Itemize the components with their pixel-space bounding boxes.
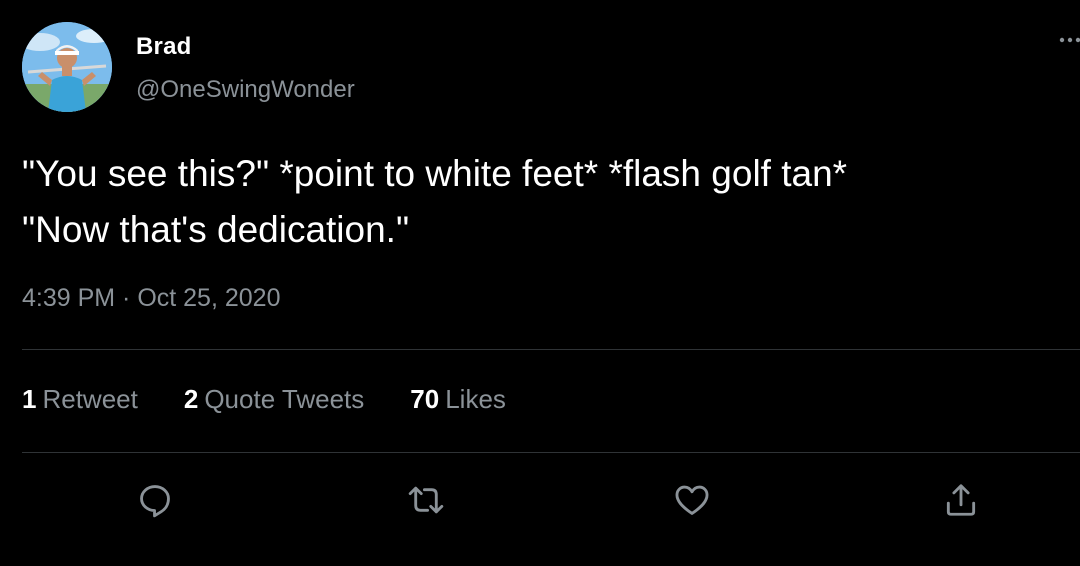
divider: [22, 452, 1080, 453]
tweet-stats: 1 Retweet 2 Quote Tweets 70 Likes: [22, 384, 552, 415]
retweet-icon: [408, 486, 444, 514]
tweet-timestamp[interactable]: 4:39 PM · Oct 25, 2020: [22, 284, 280, 313]
like-button[interactable]: [666, 474, 718, 526]
likes-label: Likes: [445, 384, 506, 414]
quote-count: 2: [183, 384, 199, 414]
user-handle[interactable]: @OneSwingWonder: [136, 76, 355, 104]
quote-label: Quote Tweets: [204, 384, 365, 414]
like-icon: [675, 485, 709, 515]
quote-tweets-link[interactable]: 2 Quote Tweets: [184, 384, 364, 415]
likes-count: 70: [410, 384, 440, 414]
tweet-text-line-1: "You see this?" *point to white feet* *f…: [22, 153, 848, 194]
retweet-button[interactable]: [400, 474, 452, 526]
likes-link[interactable]: 70 Likes: [410, 384, 506, 415]
reply-icon: [140, 485, 170, 518]
more-options-icon[interactable]: [1058, 28, 1080, 48]
retweet-label: Retweet: [42, 384, 138, 414]
share-icon: [946, 484, 976, 516]
retweet-count: 1: [22, 384, 37, 414]
tweet-actions: [0, 474, 1080, 526]
share-button[interactable]: [935, 474, 987, 526]
display-name[interactable]: Brad: [136, 33, 191, 61]
divider: [22, 349, 1080, 350]
tweet-text-line-2: "Now that's dedication.": [22, 209, 410, 250]
retweet-count-link[interactable]: 1 Retweet: [22, 384, 138, 415]
tweet-detail: Brad @OneSwingWonder "You see this?" *po…: [0, 0, 1080, 566]
avatar-image: [22, 22, 112, 112]
avatar[interactable]: [22, 22, 112, 112]
reply-button[interactable]: [129, 474, 181, 526]
tweet-text: "You see this?" *point to white feet* *f…: [22, 146, 1080, 258]
